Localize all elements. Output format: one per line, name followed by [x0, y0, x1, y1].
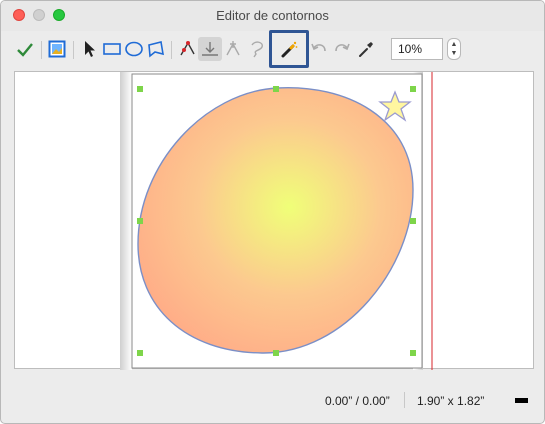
chevron-down-icon[interactable]: ▼: [451, 50, 458, 57]
zoom-stepper[interactable]: ▲ ▼: [447, 38, 461, 60]
status-bar: 0.00” / 0.00” 1.90” x 1.82”: [1, 386, 544, 416]
undo-icon: [311, 43, 326, 52]
rectangle-tool[interactable]: [100, 37, 124, 61]
ellipse-icon: [125, 41, 143, 57]
contour-editor-window: Editor de contornos 10% ▲ ▼ 0.00” / 0.00…: [0, 0, 545, 424]
redo-button[interactable]: [330, 37, 354, 61]
lasso-tool[interactable]: [245, 37, 269, 61]
handle-middle-left[interactable]: [137, 218, 143, 224]
image-icon: [48, 40, 66, 58]
select-arrow-icon: [85, 41, 95, 57]
eyedropper-icon: [359, 42, 373, 57]
chevron-up-icon[interactable]: ▲: [451, 41, 458, 48]
toolbar-separator: [73, 41, 74, 59]
handle-bottom-center[interactable]: [273, 350, 279, 356]
zoom-field[interactable]: 10%: [391, 38, 443, 60]
select-tool[interactable]: [78, 37, 102, 61]
delete-point-tool[interactable]: [198, 37, 222, 61]
handle-bottom-right[interactable]: [410, 350, 416, 356]
add-point-icon: [180, 41, 195, 56]
handle-top-center[interactable]: [273, 86, 279, 92]
lasso-icon: [251, 41, 263, 58]
magic-wand-highlight-box: [269, 30, 309, 68]
shadow-left: [120, 72, 132, 370]
object-size: 1.90” x 1.82”: [417, 394, 485, 408]
eyedropper-tool[interactable]: [354, 37, 378, 61]
handle-top-right[interactable]: [410, 86, 416, 92]
canvas[interactable]: [14, 71, 534, 370]
canvas-artwork: [120, 72, 433, 370]
toolbar-separator: [171, 41, 172, 59]
handle-bottom-left[interactable]: [137, 350, 143, 356]
cursor-position: 0.00” / 0.00”: [325, 394, 390, 408]
redo-icon: [335, 43, 350, 52]
ellipse-tool[interactable]: [122, 37, 146, 61]
move-point-tool[interactable]: [221, 37, 245, 61]
rectangle-icon: [103, 43, 121, 55]
status-separator: [404, 392, 405, 408]
title-bar: Editor de contornos: [1, 1, 544, 31]
move-point-icon: [226, 41, 240, 56]
check-icon: [17, 43, 33, 57]
toolbar-separator: [41, 41, 42, 59]
image-button[interactable]: [45, 37, 69, 61]
window-title: Editor de contornos: [216, 8, 329, 23]
handle-top-left[interactable]: [137, 86, 143, 92]
handle-middle-right[interactable]: [410, 218, 416, 224]
color-swatch[interactable]: [515, 398, 528, 403]
undo-button[interactable]: [307, 37, 331, 61]
apply-button[interactable]: [13, 37, 37, 61]
polygon-tool[interactable]: [144, 37, 168, 61]
polygon-icon: [148, 41, 164, 58]
add-point-tool[interactable]: [176, 37, 200, 61]
delete-point-icon: [202, 42, 218, 56]
